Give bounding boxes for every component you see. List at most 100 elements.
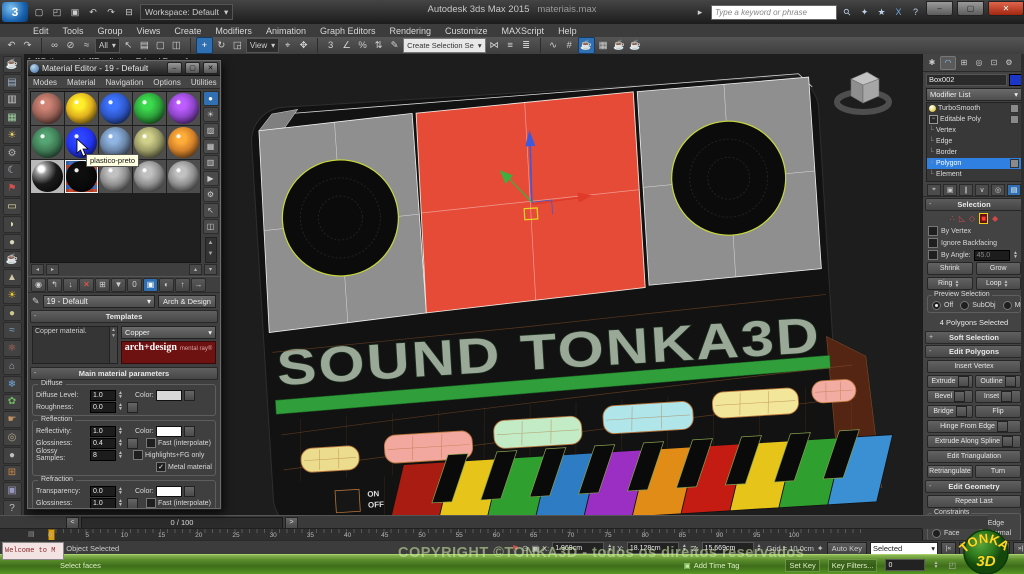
mirror-icon[interactable]: ⋈ bbox=[487, 38, 502, 53]
me-menu-modes[interactable]: Modes bbox=[28, 78, 62, 87]
stack-item-edge[interactable]: └Edge bbox=[927, 136, 1021, 147]
spinner[interactable]: ▲▼ bbox=[682, 544, 689, 552]
vertex-mode-icon[interactable]: ∴ bbox=[950, 214, 955, 223]
sun-icon[interactable]: ☀ bbox=[3, 287, 22, 304]
cone-primitive-icon[interactable]: ▲ bbox=[3, 269, 22, 286]
shell-icon[interactable]: ◎ bbox=[3, 429, 22, 446]
set-key-button[interactable]: Set Key bbox=[785, 559, 819, 572]
new-file-icon[interactable]: ▢ bbox=[32, 5, 46, 19]
image-icon[interactable]: ▤ bbox=[3, 74, 22, 91]
me-menu-material[interactable]: Material bbox=[62, 78, 100, 87]
material-slot[interactable] bbox=[31, 160, 64, 193]
spinner[interactable]: ▲▼ bbox=[757, 544, 764, 552]
sample-type-icon[interactable]: ● bbox=[203, 91, 219, 106]
stack-toggle-box[interactable] bbox=[1010, 115, 1019, 124]
spinner[interactable]: ▲▼ bbox=[118, 391, 125, 399]
reset-map-icon[interactable]: ✕ bbox=[79, 278, 94, 292]
reflection-color-swatch[interactable] bbox=[156, 426, 182, 437]
stack-toggle-box[interactable] bbox=[1010, 104, 1019, 113]
plane-primitive-icon[interactable]: ▭ bbox=[3, 198, 22, 215]
stack-item-polygon[interactable]: └Polygon bbox=[927, 158, 1021, 169]
reference-coordinate-dropdown[interactable]: View▾ bbox=[246, 38, 279, 53]
track-bar-icon[interactable]: ▤ bbox=[28, 530, 35, 538]
settings-box[interactable] bbox=[1001, 391, 1012, 402]
extrude-button[interactable]: Extrude bbox=[927, 375, 973, 388]
flip-button[interactable]: Flip bbox=[975, 405, 1021, 418]
spinner[interactable]: ▲▼ bbox=[118, 487, 125, 495]
unlink-selection-icon[interactable]: ⊘ bbox=[63, 38, 78, 53]
background-icon[interactable]: ▨ bbox=[203, 123, 219, 138]
select-and-link-icon[interactable]: ∞ bbox=[47, 38, 62, 53]
redo-quick-icon[interactable]: ↷ bbox=[104, 5, 118, 19]
settings-box[interactable] bbox=[954, 391, 965, 402]
refr-glossiness-field[interactable]: 1.0 bbox=[90, 498, 116, 509]
show-map-in-viewport-icon[interactable]: ▣ bbox=[143, 278, 158, 292]
notes-icon[interactable]: ▥ bbox=[3, 92, 22, 109]
menu-graph-editors[interactable]: Graph Editors bbox=[313, 26, 383, 36]
menu-group[interactable]: Group bbox=[91, 26, 130, 36]
snowflake-icon[interactable]: ❄ bbox=[3, 376, 22, 393]
tool-icon[interactable]: ⚙ bbox=[3, 145, 22, 162]
refraction-color-swatch[interactable] bbox=[156, 486, 182, 497]
align-icon[interactable]: ≡ bbox=[503, 38, 518, 53]
show-end-result-icon[interactable]: ◐ bbox=[159, 278, 174, 292]
material-id-icon[interactable]: 0 bbox=[127, 278, 142, 292]
diffuse-color-swatch[interactable] bbox=[156, 390, 182, 401]
flag-icon[interactable]: ⚑ bbox=[3, 180, 22, 197]
menu-modifiers[interactable]: Modifiers bbox=[208, 26, 259, 36]
settings-box[interactable] bbox=[958, 376, 969, 387]
material-editor-window[interactable]: Material Editor - 19 - Default – ▢ ✕ Mod… bbox=[27, 60, 221, 509]
save-file-icon[interactable]: ▣ bbox=[68, 5, 82, 19]
percent-snap-icon[interactable]: % bbox=[355, 38, 370, 53]
sign-in-icon[interactable]: ✦ bbox=[858, 6, 871, 19]
refraction-map-button[interactable] bbox=[184, 486, 195, 497]
make-unique-icon[interactable]: ⊞ bbox=[95, 278, 110, 292]
by-vertex-checkbox[interactable] bbox=[928, 226, 938, 236]
grid-icon[interactable]: ⊞ bbox=[3, 465, 22, 482]
stack-item-vertex[interactable]: └Vertex bbox=[927, 125, 1021, 136]
diffuse-level-field[interactable]: 1.0 bbox=[90, 390, 116, 401]
menu-maxscript[interactable]: MAXScript bbox=[495, 26, 552, 36]
spinner[interactable]: ▲▼ bbox=[933, 561, 940, 569]
layer-manager-icon[interactable]: ≣ bbox=[519, 38, 534, 53]
snap-toggle-icon[interactable]: 3 bbox=[323, 38, 338, 53]
stack-toggle-box[interactable] bbox=[1010, 159, 1019, 168]
sample-tiling-icon[interactable]: ▦ bbox=[203, 139, 219, 154]
me-scrollbar[interactable]: ▲▼ bbox=[205, 237, 217, 263]
me-minimize-button[interactable]: – bbox=[167, 62, 182, 74]
y-coordinate-field[interactable]: 18.128cm bbox=[627, 542, 679, 554]
material-slot[interactable] bbox=[99, 92, 132, 125]
scroll-down-icon[interactable]: ▾ bbox=[204, 264, 217, 275]
extrude-along-spline-button[interactable]: Extrude Along Spline bbox=[927, 435, 1021, 448]
spinner[interactable]: ▲▼ bbox=[118, 427, 125, 435]
menu-create[interactable]: Create bbox=[167, 26, 208, 36]
settings-box[interactable] bbox=[1002, 436, 1013, 447]
tab-hierarchy[interactable]: ⊞ bbox=[957, 57, 971, 69]
hand-icon[interactable]: ☛ bbox=[3, 411, 22, 428]
tab-utilities[interactable]: ⚙ bbox=[1002, 57, 1016, 69]
insert-vertex-button[interactable]: Insert Vertex bbox=[927, 360, 1021, 373]
search-icon[interactable]: ⚲ bbox=[838, 3, 856, 21]
diffuse-map-button[interactable] bbox=[184, 390, 195, 401]
edit-triangulation-button[interactable]: Edit Triangulation bbox=[927, 450, 1021, 463]
open-file-icon[interactable]: ◰ bbox=[50, 5, 64, 19]
auto-key-button[interactable]: Auto Key bbox=[827, 542, 867, 555]
grow-button[interactable]: Grow bbox=[976, 262, 1022, 275]
sphere-primitive-icon[interactable]: ● bbox=[3, 305, 22, 322]
backlight-icon[interactable]: ☀ bbox=[203, 107, 219, 122]
refl-gloss-map-button[interactable] bbox=[127, 438, 138, 449]
select-object-icon[interactable]: ↖ bbox=[121, 38, 136, 53]
isolate-selection-icon[interactable]: ⚑ bbox=[512, 544, 519, 553]
scroll-right-icon[interactable]: ▸ bbox=[46, 264, 59, 275]
add-time-tag[interactable]: ▣Add Time Tag bbox=[684, 561, 740, 570]
make-unique-icon[interactable]: ∥ bbox=[959, 184, 973, 196]
key-filters-button[interactable]: Key Filters... bbox=[828, 559, 878, 572]
camera-icon[interactable]: ⌂ bbox=[3, 358, 22, 375]
material-map-navigator-icon[interactable]: ◫ bbox=[203, 219, 219, 234]
prev-frame-button[interactable]: < bbox=[66, 517, 79, 529]
templates-rollout-header[interactable]: -Templates bbox=[30, 310, 218, 323]
configure-modifier-sets-icon[interactable]: ◎ bbox=[991, 184, 1005, 196]
time-slider[interactable]: 0 / 100 bbox=[81, 517, 283, 529]
reflectivity-field[interactable]: 1.0 bbox=[90, 426, 116, 437]
select-by-material-icon[interactable]: ↖ bbox=[203, 203, 219, 218]
